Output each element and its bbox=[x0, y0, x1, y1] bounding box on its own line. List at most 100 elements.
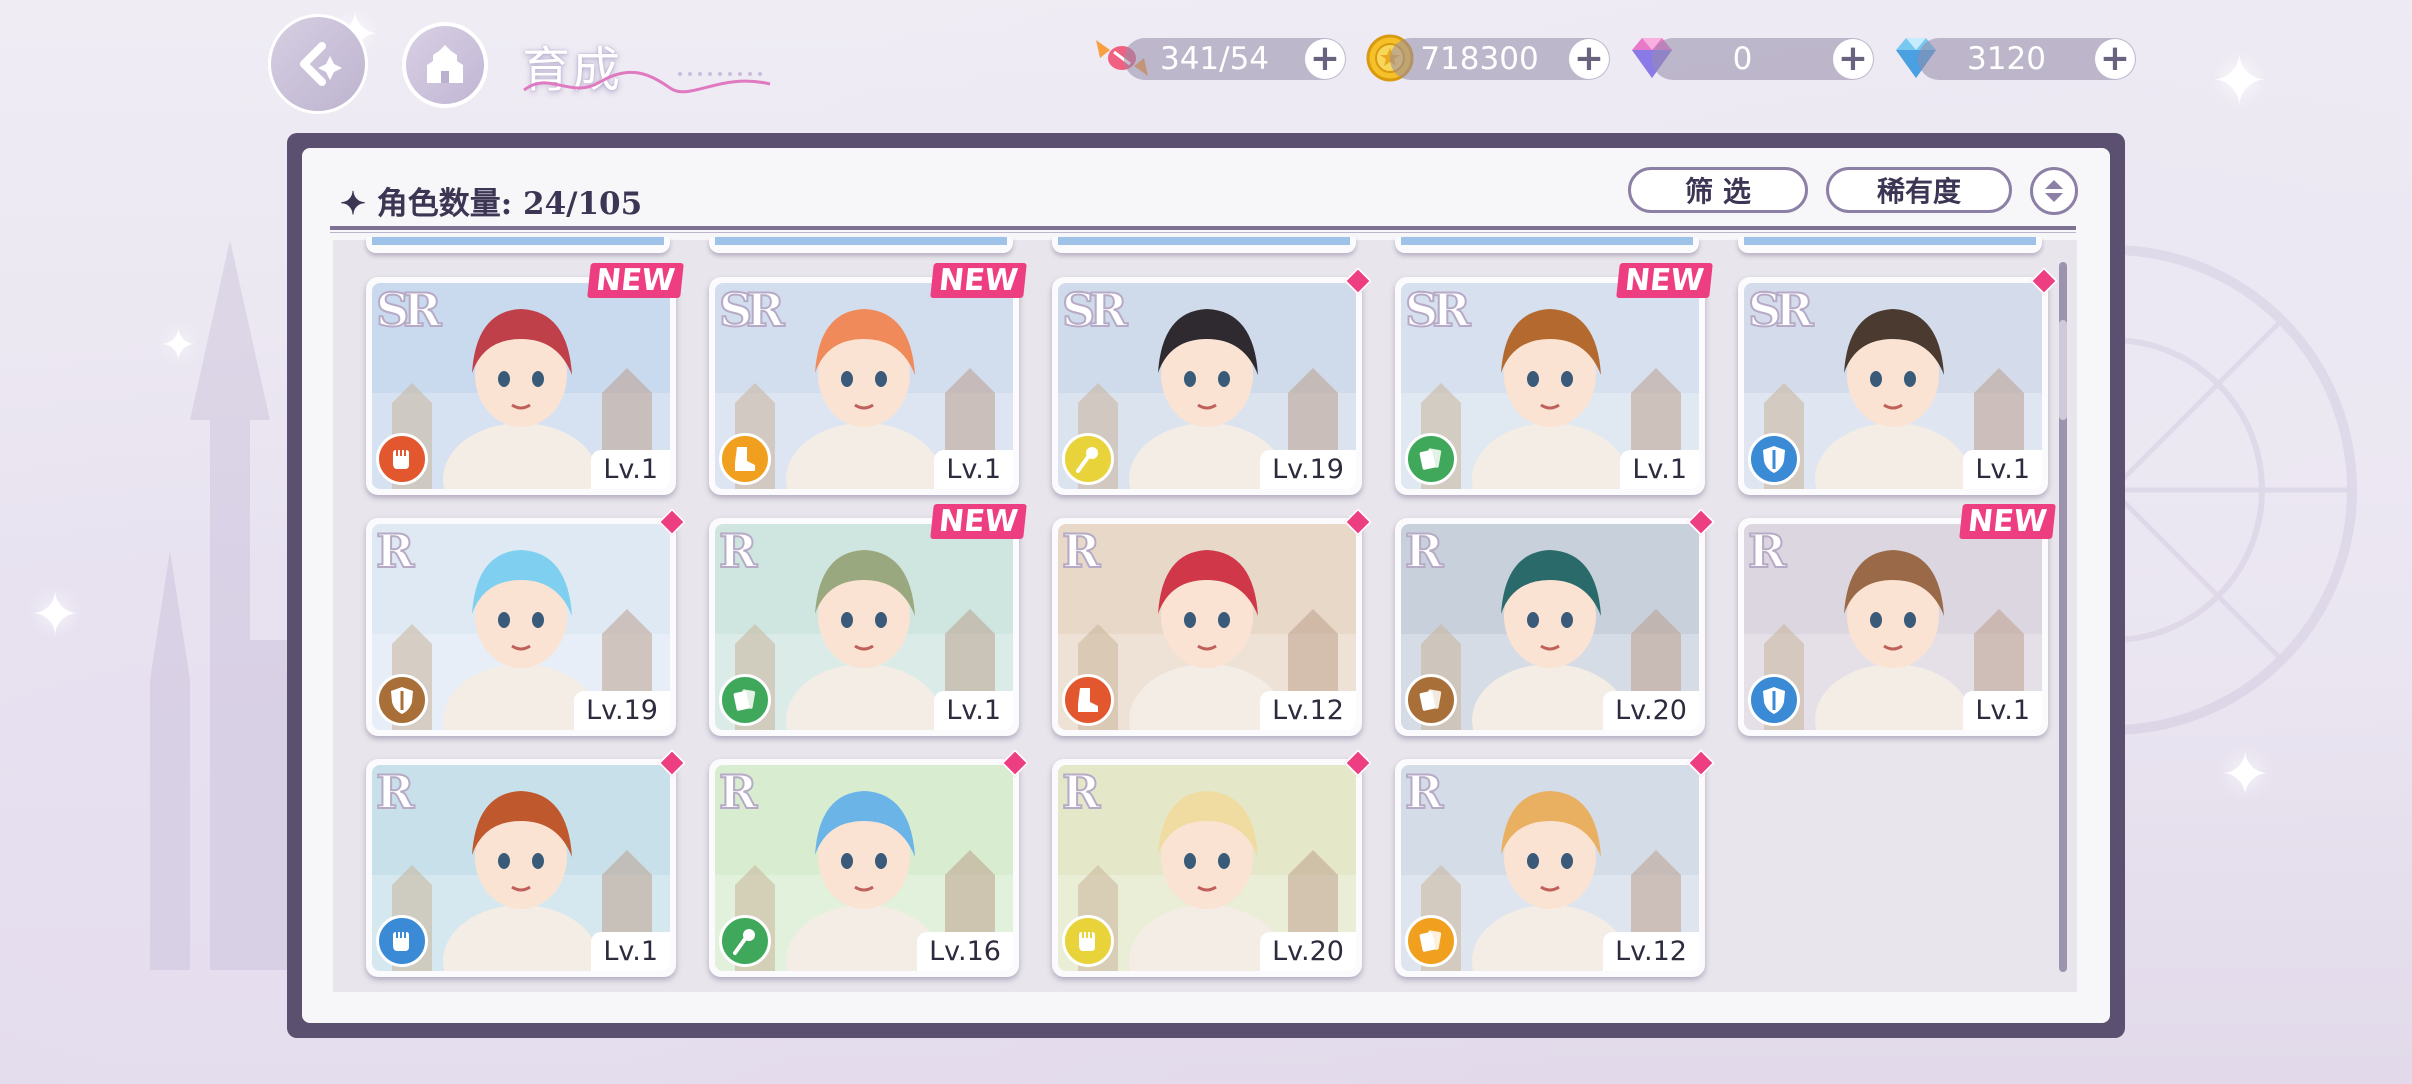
rainbow-gem-value: 0 bbox=[1732, 41, 1753, 77]
diamond-counter: 3120 + bbox=[1918, 38, 2136, 80]
role-badge bbox=[1062, 433, 1114, 485]
role-badge bbox=[1748, 433, 1800, 485]
character-count-text: 角色数量: 24/105 bbox=[376, 186, 643, 222]
role-badge bbox=[1062, 915, 1114, 967]
role-badge bbox=[1748, 674, 1800, 726]
staff-icon bbox=[733, 929, 755, 955]
rarity-label: SR bbox=[1747, 282, 1815, 338]
filter-button[interactable]: 筛 选 bbox=[1628, 167, 1808, 213]
character-card[interactable]: R Lv.12 bbox=[1052, 507, 1373, 736]
title-decoration bbox=[523, 70, 771, 94]
role-badge bbox=[1062, 674, 1114, 726]
new-badge: NEW bbox=[1959, 504, 2056, 539]
sparkle-bullet-icon: ✦ bbox=[340, 186, 366, 222]
level-label: Lv.19 bbox=[1260, 450, 1356, 489]
sparkle-icon: ✦ bbox=[2210, 40, 2269, 122]
card-partial[interactable] bbox=[709, 237, 1013, 253]
card-partial[interactable] bbox=[1738, 237, 2042, 253]
fist-icon bbox=[393, 450, 409, 469]
boot-icon bbox=[1078, 688, 1098, 712]
level-label: Lv.1 bbox=[1963, 691, 2042, 730]
level-label: Lv.12 bbox=[1260, 691, 1356, 730]
role-badge bbox=[1405, 915, 1457, 967]
add-diamond-button[interactable]: + bbox=[2095, 39, 2135, 79]
level-label: Lv.1 bbox=[1620, 450, 1699, 489]
rarity-label: R bbox=[718, 523, 758, 579]
rarity-label: R bbox=[375, 523, 415, 579]
back-arrow-icon bbox=[300, 42, 342, 86]
role-badge bbox=[1405, 433, 1457, 485]
card-partial[interactable] bbox=[366, 237, 670, 253]
level-label: Lv.1 bbox=[591, 450, 670, 489]
cards-icon bbox=[1419, 689, 1442, 711]
shield-icon bbox=[391, 687, 413, 714]
cards-icon bbox=[1419, 930, 1442, 952]
rarity-label: SR bbox=[375, 282, 443, 338]
sparkle-icon: ✦ bbox=[2220, 740, 2271, 810]
fist-icon bbox=[393, 932, 409, 951]
new-badge: NEW bbox=[930, 263, 1027, 298]
role-badge bbox=[1405, 674, 1457, 726]
rarity-label: R bbox=[1061, 523, 1101, 579]
header-divider-thin bbox=[330, 232, 2076, 233]
character-count-label: ✦ 角色数量: 24/105 bbox=[340, 178, 642, 223]
character-card[interactable]: SR Lv.1 NEW bbox=[366, 263, 684, 495]
sort-rarity-button[interactable]: 稀有度 bbox=[1826, 167, 2012, 213]
castle-home-icon bbox=[427, 45, 463, 83]
add-coin-button[interactable]: + bbox=[1569, 39, 1609, 79]
character-card[interactable]: R Lv.1 NEW bbox=[709, 504, 1027, 736]
sort-arrows-icon bbox=[2045, 180, 2063, 202]
character-card[interactable]: SR Lv.1 NEW bbox=[1395, 263, 1713, 495]
level-label: Lv.19 bbox=[574, 691, 670, 730]
candy-counter: 341/54 + bbox=[1124, 38, 1346, 80]
role-badge bbox=[376, 674, 428, 726]
character-card[interactable]: R Lv.16 bbox=[709, 748, 1030, 977]
character-card[interactable]: SR Lv.19 bbox=[1052, 266, 1373, 495]
level-label: Lv.1 bbox=[591, 932, 670, 971]
new-badge: NEW bbox=[1616, 263, 1713, 298]
card-partial[interactable] bbox=[1052, 237, 1356, 253]
staff-icon bbox=[1076, 447, 1098, 473]
cards-icon bbox=[733, 689, 756, 711]
diamond-value: 3120 bbox=[1967, 41, 2046, 77]
role-badge bbox=[376, 915, 428, 967]
character-card[interactable]: R Lv.1 bbox=[366, 748, 687, 977]
level-label: Lv.1 bbox=[934, 691, 1013, 730]
home-button[interactable] bbox=[402, 22, 488, 108]
coin-value: 718300 bbox=[1420, 41, 1539, 77]
role-badge bbox=[719, 915, 771, 967]
level-label: Lv.16 bbox=[917, 932, 1013, 971]
fist-icon bbox=[1079, 932, 1095, 951]
level-label: Lv.20 bbox=[1603, 691, 1699, 730]
character-card[interactable]: R Lv.1 NEW bbox=[1738, 504, 2056, 736]
character-card[interactable]: R Lv.20 bbox=[1395, 507, 1716, 736]
level-label: Lv.12 bbox=[1603, 932, 1699, 971]
add-rainbow-gem-button[interactable]: + bbox=[1833, 39, 1873, 79]
coin-counter: 718300 + bbox=[1390, 38, 1610, 80]
header-divider bbox=[330, 226, 2076, 230]
rarity-label: R bbox=[375, 764, 415, 820]
new-badge: NEW bbox=[930, 504, 1027, 539]
back-button[interactable] bbox=[268, 14, 368, 114]
role-badge bbox=[376, 433, 428, 485]
sort-order-toggle[interactable] bbox=[2030, 167, 2078, 215]
card-partial[interactable] bbox=[1395, 237, 1699, 253]
rarity-label: R bbox=[718, 764, 758, 820]
shield-icon bbox=[1763, 687, 1785, 714]
candy-value: 341/54 bbox=[1159, 41, 1270, 77]
shield-icon bbox=[1763, 446, 1785, 473]
new-badge: NEW bbox=[587, 263, 684, 298]
character-card[interactable]: R Lv.12 bbox=[1395, 748, 1716, 977]
cards-icon bbox=[1419, 448, 1442, 470]
sparkle-icon: ✦ bbox=[30, 580, 81, 650]
rarity-label: R bbox=[1404, 764, 1444, 820]
character-card[interactable]: SR Lv.1 NEW bbox=[709, 263, 1027, 495]
character-card[interactable]: R Lv.19 bbox=[366, 507, 687, 736]
add-candy-button[interactable]: + bbox=[1305, 39, 1345, 79]
role-badge bbox=[719, 433, 771, 485]
rarity-label: R bbox=[1747, 523, 1787, 579]
character-card[interactable]: SR Lv.1 bbox=[1738, 266, 2059, 495]
level-label: Lv.1 bbox=[934, 450, 1013, 489]
scrollbar-thumb[interactable] bbox=[2059, 320, 2067, 420]
character-card[interactable]: R Lv.20 bbox=[1052, 748, 1373, 977]
